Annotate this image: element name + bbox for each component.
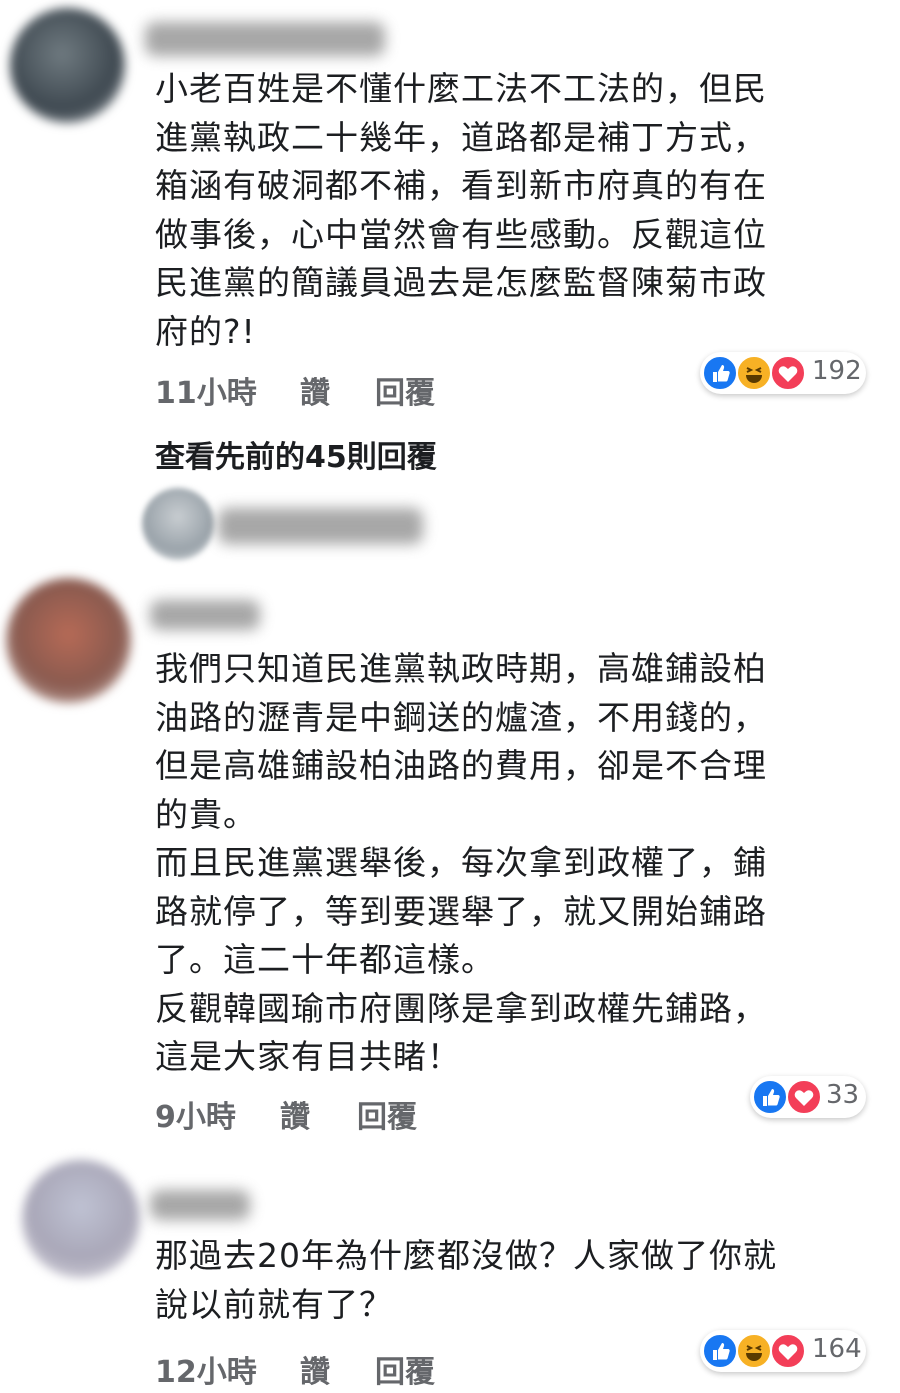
commenter-name-redacted[interactable]	[150, 1190, 250, 1220]
haha-reaction-icon	[736, 355, 772, 391]
like-reaction-icon	[702, 355, 738, 391]
comment-text: 那過去20年為什麼都沒做？人家做了你就 說以前就有了？	[155, 1236, 777, 1324]
like-button[interactable]: 讚	[300, 368, 330, 412]
reply-avatar[interactable]	[142, 488, 214, 560]
like-button[interactable]: 讚	[300, 1347, 330, 1391]
comment-timestamp[interactable]: 12小時	[155, 1347, 257, 1391]
comment-text: 小老百姓是不懂什麼工法不工法的，但民 進黨執政二十幾年，道路都是補丁方式， 箱涵…	[155, 69, 767, 351]
love-reaction-icon	[786, 1079, 822, 1115]
reaction-summary[interactable]: 164	[700, 1330, 866, 1372]
comment-meta: 12小時 讚 回覆	[155, 1347, 555, 1390]
comment-timestamp[interactable]: 9小時	[155, 1092, 236, 1136]
reaction-summary[interactable]: 33	[750, 1076, 866, 1118]
commenter-avatar[interactable]	[22, 1160, 140, 1278]
reaction-count: 33	[826, 1080, 860, 1110]
reply-name-redacted[interactable]	[218, 508, 423, 544]
comment-timestamp[interactable]: 11小時	[155, 368, 257, 412]
reaction-count: 192	[812, 356, 862, 386]
commenter-avatar[interactable]	[10, 8, 125, 123]
reply-button[interactable]: 回覆	[357, 1092, 417, 1136]
view-previous-replies-link[interactable]: 查看先前的45則回覆	[155, 432, 437, 476]
commenter-name-redacted[interactable]	[145, 22, 385, 56]
reply-button[interactable]: 回覆	[375, 1347, 435, 1391]
like-reaction-icon	[752, 1079, 788, 1115]
reaction-count: 164	[812, 1334, 862, 1364]
comment-meta: 9小時 讚 回覆	[155, 1092, 555, 1135]
reaction-summary[interactable]: 192	[700, 352, 866, 394]
like-reaction-icon	[702, 1333, 738, 1369]
comment-text: 我們只知道民進黨執政時期，高雄鋪設柏 油路的瀝青是中鋼送的爐渣，不用錢的， 但是…	[155, 649, 767, 1076]
love-reaction-icon	[770, 1333, 806, 1369]
commenter-avatar[interactable]	[6, 578, 131, 703]
like-button[interactable]: 讚	[280, 1092, 310, 1136]
love-reaction-icon	[770, 355, 806, 391]
reply-button[interactable]: 回覆	[375, 368, 435, 412]
comment-meta: 11小時 讚 回覆	[155, 368, 555, 411]
haha-reaction-icon	[736, 1333, 772, 1369]
commenter-name-redacted[interactable]	[150, 600, 260, 630]
